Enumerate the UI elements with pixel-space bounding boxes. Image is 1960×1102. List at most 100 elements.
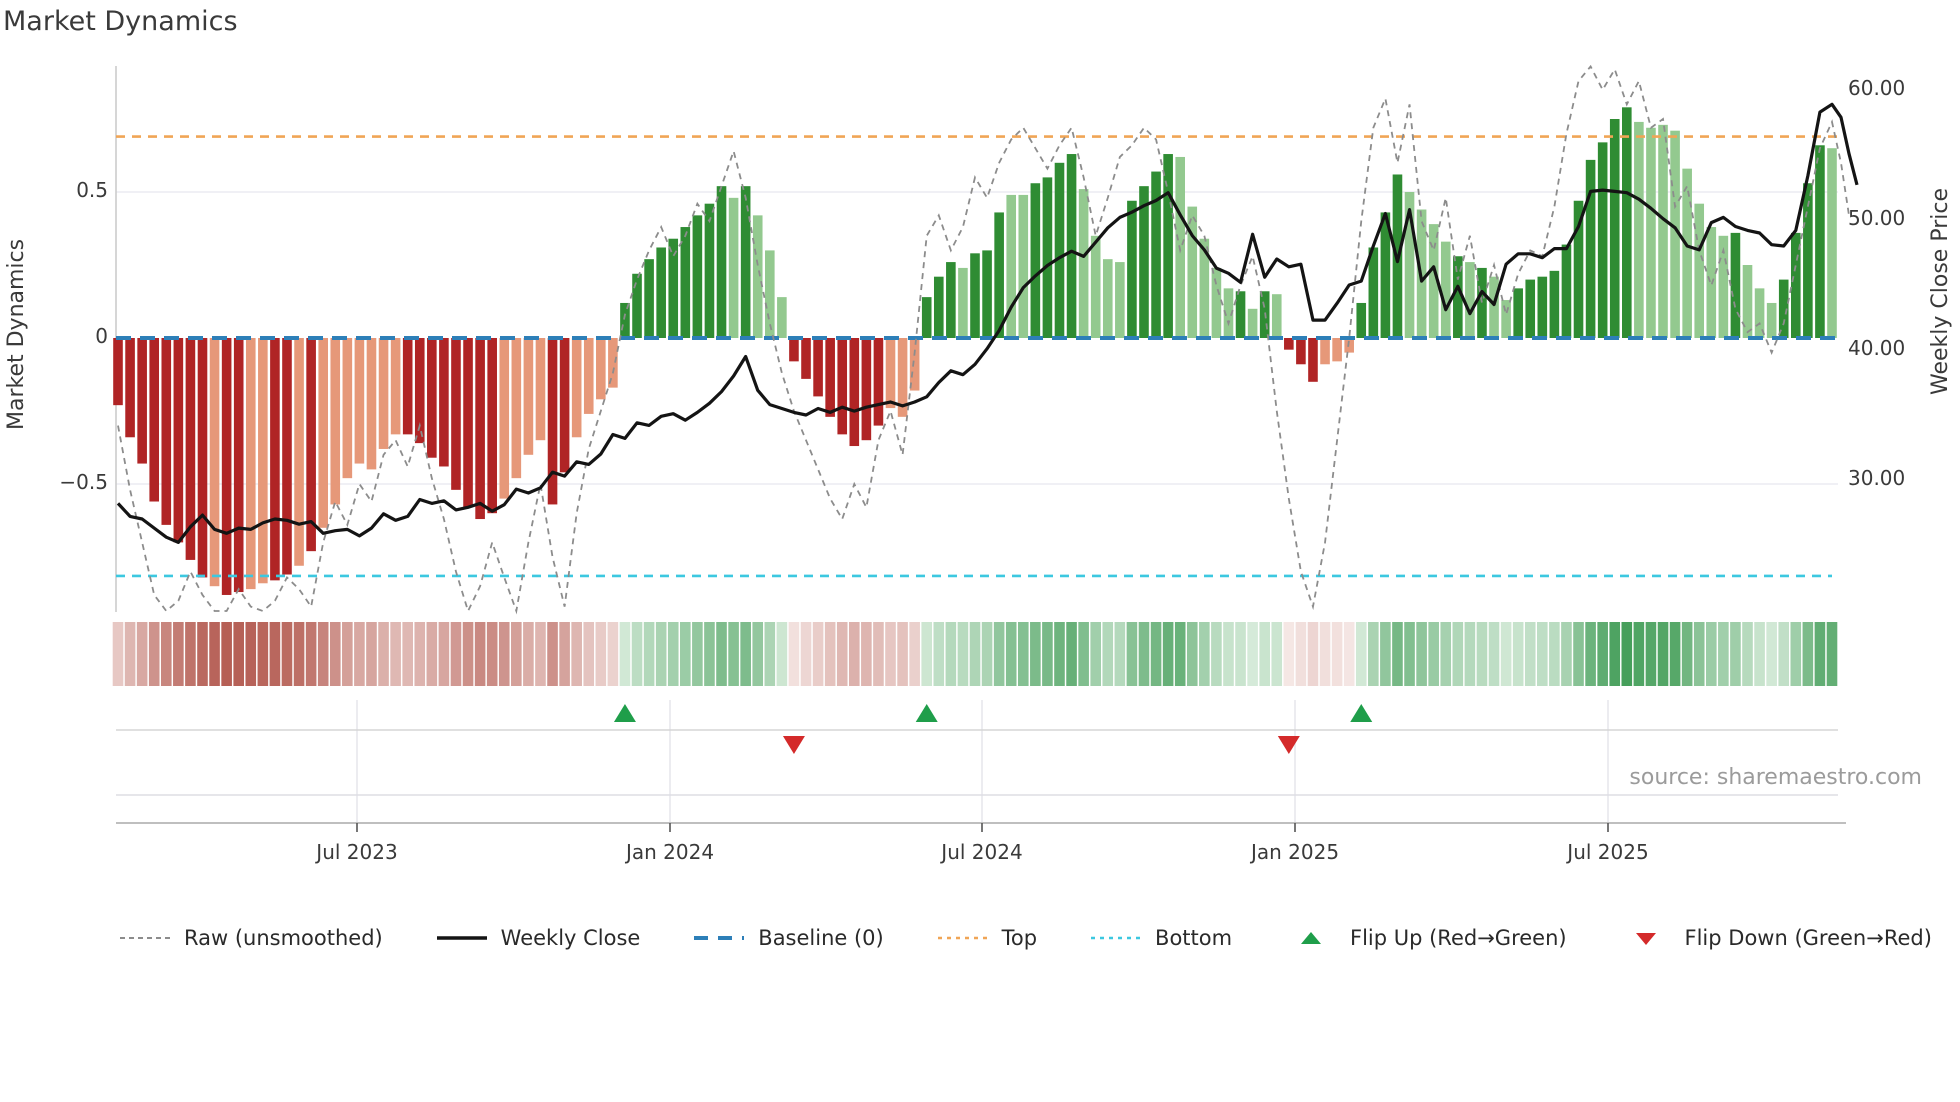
heatmap-cell (643, 622, 655, 686)
oscillator-bar (463, 338, 473, 508)
heatmap-cell (1307, 622, 1319, 686)
heatmap-cell (317, 622, 329, 686)
legend-label: Top (1001, 926, 1038, 950)
legend-item: Bottom (1089, 926, 1232, 950)
oscillator-bar (342, 338, 353, 479)
heatmap-cell (1657, 622, 1669, 686)
oscillator-bar (813, 338, 823, 397)
heatmap-cell (897, 622, 908, 686)
heatmap-cell (752, 622, 764, 686)
oscillator-bar (535, 338, 546, 441)
heatmap-cell (969, 622, 981, 686)
heatmap-cell (1114, 622, 1126, 686)
heatmap-cell (1488, 622, 1500, 686)
oscillator-bar (1489, 276, 1499, 338)
oscillator-bar (451, 338, 461, 490)
oscillator-bar (306, 338, 316, 552)
heatmap-cell (1561, 622, 1572, 686)
heatmap-cell (1814, 622, 1826, 686)
heatmap-cell (354, 622, 365, 686)
heatmap-cell (619, 622, 631, 686)
heatmap-cell (1573, 622, 1584, 686)
oscillator-bar (716, 186, 727, 338)
oscillator-bar (1694, 203, 1705, 338)
heatmap-cell (1017, 622, 1029, 686)
oscillator-bar (1501, 300, 1511, 338)
heatmap-cell (486, 622, 498, 686)
heatmap-cell (776, 622, 788, 686)
heatmap-cell (523, 622, 534, 686)
weekly-close-line-icon (436, 935, 487, 940)
heatmap-cell (1186, 622, 1198, 686)
oscillator-bar (294, 338, 304, 566)
source-credit: source: sharemaestro.com (1629, 765, 1922, 790)
oscillator-bar (608, 338, 618, 388)
oscillator-bar (330, 338, 341, 505)
legend-label: Bottom (1155, 926, 1233, 950)
heatmap-cell (836, 622, 848, 686)
heatmap-cell (631, 622, 643, 686)
heatmap-cell (933, 622, 945, 686)
oscillator-bar (318, 338, 328, 528)
heatmap-cell (498, 622, 510, 686)
heatmap-cell (1126, 622, 1138, 686)
flip-up-marker (1350, 704, 1373, 722)
heatmap-cell (1199, 622, 1210, 686)
market-dynamics-figure: Market Dynamics Market Dynamics Weekly C… (0, 0, 1960, 1102)
heatmap-cell (667, 622, 679, 686)
heatmap-cell (740, 622, 751, 686)
x-tick-label: Jul 2023 (316, 840, 398, 864)
heatmap-cell (1669, 622, 1681, 686)
legend-label: Baseline (0) (758, 926, 884, 950)
heatmap-cell (1259, 622, 1270, 686)
oscillator-bar (402, 338, 413, 435)
oscillator-bar (1271, 294, 1282, 338)
oscillator-bar (1018, 194, 1029, 338)
chart-legend: Raw (unsmoothed) Weekly Close Baseline (0)… (118, 926, 1932, 950)
oscillator-bar (209, 338, 220, 587)
heatmap-cell (1681, 622, 1693, 686)
oscillator-bar (1827, 148, 1837, 338)
oscillator-bar (475, 338, 485, 520)
oscillator-bar (1356, 302, 1367, 338)
oscillator-bar (113, 338, 123, 406)
heatmap-cell (1404, 622, 1415, 686)
heatmap-cell (1295, 622, 1307, 686)
heatmap-cell (1030, 622, 1041, 686)
heatmap-cell (1392, 622, 1403, 686)
oscillator-bar (427, 338, 437, 458)
oscillator-bar (668, 238, 679, 338)
x-tick-label: Jul 2024 (941, 840, 1023, 864)
oscillator-bar (149, 338, 160, 502)
heatmap-cell (1621, 622, 1633, 686)
heatmap-cell (450, 622, 462, 686)
oscillator-bar (1513, 288, 1523, 338)
heatmap-cell (185, 622, 196, 686)
heatmap-cell (257, 622, 269, 686)
oscillator-bar (1308, 338, 1318, 382)
heatmap-cell (124, 622, 136, 686)
oscillator-bar (885, 338, 896, 409)
heatmap-cell (1150, 622, 1162, 686)
oscillator-bar (559, 338, 570, 473)
heatmap-cell (1343, 622, 1355, 686)
heatmap-cell (1223, 622, 1234, 686)
heatmap-cell (1042, 622, 1053, 686)
heatmap-cell (921, 622, 933, 686)
heatmap-cell (583, 622, 595, 686)
oscillator-bar (680, 227, 691, 338)
x-tick-label: Jul 2025 (1567, 840, 1649, 864)
heatmap-cell (136, 622, 148, 686)
oscillator-bar (849, 338, 860, 447)
oscillator-bar (282, 338, 292, 575)
heatmap-cell (1247, 622, 1258, 686)
heatmap-cell (245, 622, 257, 686)
heatmap-cell (342, 622, 353, 686)
oscillator-bar (1211, 267, 1222, 338)
heatmap-cell (438, 622, 450, 686)
heatmap-cell (1549, 622, 1560, 686)
oscillator-bar (1320, 338, 1330, 365)
heatmap-cell (1476, 622, 1488, 686)
heatmap-cell (474, 622, 486, 686)
heatmap-cell (559, 622, 570, 686)
